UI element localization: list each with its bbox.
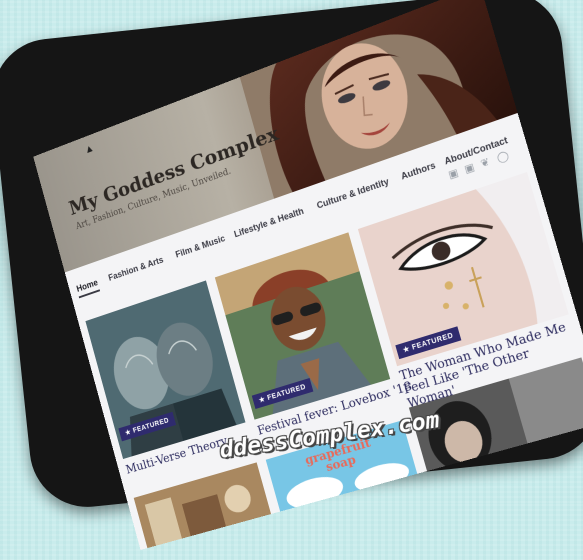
post-card-multiverse[interactable]: ★ FEATURED bbox=[85, 280, 246, 460]
instagram-icon[interactable]: ◯ bbox=[496, 150, 511, 165]
site-title[interactable]: My Goddess Complex bbox=[66, 121, 281, 220]
linkedin-icon[interactable]: ▣ bbox=[463, 162, 476, 176]
facebook-icon[interactable]: ▣ bbox=[447, 167, 460, 181]
nav-item-fashion-arts[interactable]: Fashion & Arts bbox=[107, 255, 164, 283]
mouse-cursor-icon: ▲ bbox=[83, 142, 96, 157]
nav-item-lifestyle-health[interactable]: Lifestyle & Health bbox=[233, 206, 305, 240]
post-image-two-heads bbox=[85, 280, 246, 460]
nav-item-home[interactable]: Home bbox=[75, 277, 101, 299]
twitter-icon[interactable]: ❦ bbox=[479, 157, 491, 171]
nav-item-authors[interactable]: Authors bbox=[400, 160, 437, 182]
nav-item-culture-identity[interactable]: Culture & Identity bbox=[316, 176, 390, 211]
nav-item-film-music[interactable]: Film & Music bbox=[174, 233, 226, 259]
